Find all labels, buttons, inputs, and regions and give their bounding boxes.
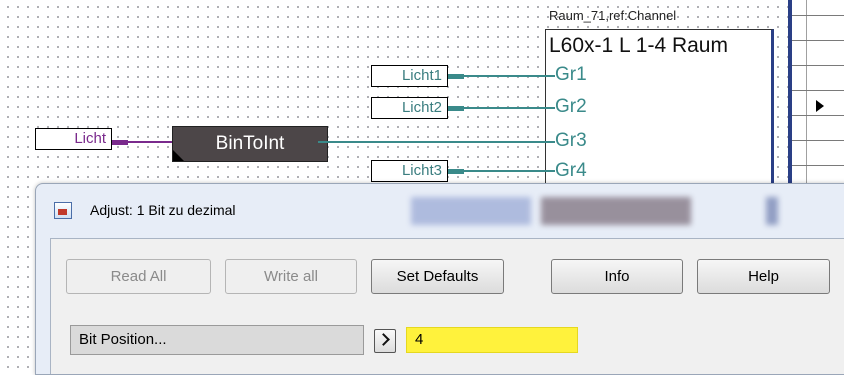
- licht3-to-gr4-wire: [464, 170, 555, 172]
- channel-input-gr1[interactable]: Gr1: [555, 64, 587, 86]
- gr4-pin: [545, 170, 555, 172]
- bintoint-block[interactable]: BinToInt: [172, 126, 328, 162]
- grid-row-line: [792, 140, 844, 141]
- grid-row-line: [792, 115, 844, 116]
- dialog-titlebar[interactable]: Adjust: 1 Bit zu dezimal: [36, 184, 844, 238]
- output-label: Licht3: [401, 162, 442, 179]
- bit-position-label: Bit Position...: [70, 325, 364, 355]
- property-grid[interactable]: [788, 0, 844, 185]
- block-label: BinToInt: [215, 133, 285, 154]
- input-stub: [112, 140, 128, 145]
- read-all-button[interactable]: Read All: [66, 259, 211, 294]
- block-to-gr3-wire: [318, 141, 555, 143]
- channel-input-gr4[interactable]: Gr4: [555, 160, 587, 182]
- adjust-dialog: Adjust: 1 Bit zu dezimal Read All Write …: [35, 183, 844, 375]
- output-stub: [448, 169, 464, 174]
- licht1-to-gr1-wire: [464, 75, 555, 77]
- input-terminal-label: Licht: [74, 130, 106, 147]
- output-stub: [448, 106, 464, 111]
- bit-position-value[interactable]: 4: [406, 327, 578, 353]
- grid-divider: [806, 0, 807, 185]
- channel-title: Raum_71,ref:Channel: [549, 8, 677, 23]
- titlebar-blur: [411, 197, 531, 225]
- dialog-app-icon: [54, 202, 72, 219]
- write-all-button[interactable]: Write all: [225, 259, 357, 294]
- channel-label: L60x-1 L 1-4 Raum: [549, 34, 728, 57]
- output-stub: [448, 74, 464, 79]
- grid-row-line: [792, 90, 844, 91]
- channel-input-gr3[interactable]: Gr3: [555, 130, 587, 152]
- dialog-title: Adjust: 1 Bit zu dezimal: [90, 202, 236, 218]
- info-button[interactable]: Info: [551, 259, 683, 294]
- titlebar-blur: [766, 197, 778, 225]
- output-terminal-licht3[interactable]: Licht3: [371, 160, 448, 182]
- input-wire: [128, 141, 172, 143]
- titlebar-blur: [541, 197, 691, 225]
- output-label: Licht1: [401, 67, 442, 84]
- bit-position-browse-button[interactable]: [374, 329, 396, 353]
- help-button[interactable]: Help: [697, 259, 830, 294]
- set-defaults-button[interactable]: Set Defaults: [371, 259, 504, 294]
- grid-row-line: [792, 40, 844, 41]
- output-terminal-licht1[interactable]: Licht1: [371, 65, 448, 87]
- dialog-content: Read All Write all Set Defaults Info Hel…: [50, 238, 844, 374]
- grid-row-line: [792, 165, 844, 166]
- input-terminal-licht[interactable]: Licht: [35, 128, 112, 150]
- gr3-pin: [545, 141, 555, 143]
- output-terminal-licht2[interactable]: Licht2: [371, 97, 448, 119]
- grid-row-line: [792, 65, 844, 66]
- licht2-to-gr2-wire: [464, 107, 555, 109]
- chevron-right-icon: [377, 333, 390, 346]
- gr2-pin: [545, 107, 555, 109]
- channel-input-gr2[interactable]: Gr2: [555, 96, 587, 118]
- grid-row-line: [792, 15, 844, 16]
- block-notch: [173, 150, 184, 161]
- gr1-pin: [545, 75, 555, 77]
- expand-arrow-icon[interactable]: [816, 100, 824, 112]
- output-label: Licht2: [401, 99, 442, 116]
